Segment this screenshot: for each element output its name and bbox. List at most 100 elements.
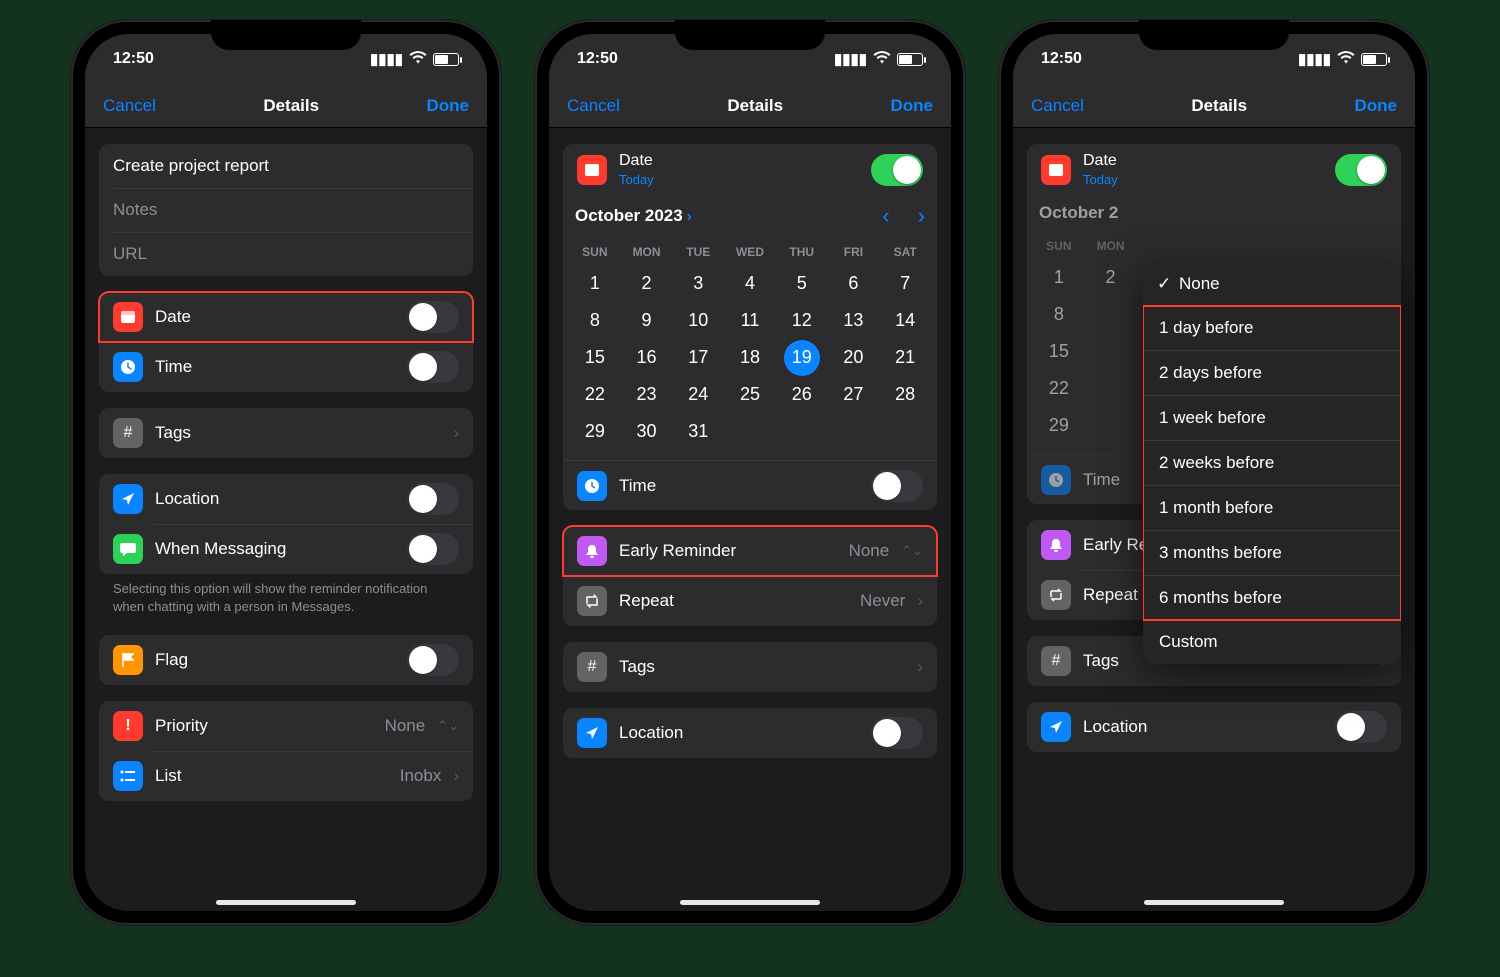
cancel-button[interactable]: Cancel — [103, 96, 156, 116]
tags-label: Tags — [155, 423, 441, 443]
calendar-day[interactable]: 18 — [724, 339, 776, 376]
menu-item[interactable]: 1 day before — [1143, 306, 1401, 350]
status-right: ▮▮▮▮ 57 — [1298, 50, 1387, 68]
calendar-day[interactable]: 26 — [776, 376, 828, 413]
home-indicator[interactable] — [216, 900, 356, 905]
calendar-day[interactable]: 9 — [621, 302, 673, 339]
calendar-day[interactable]: 5 — [776, 265, 828, 302]
flag-label: Flag — [155, 650, 395, 670]
location-row[interactable]: Location — [99, 474, 473, 524]
calendar-day[interactable]: 28 — [879, 376, 931, 413]
calendar-day[interactable]: 8 — [1033, 296, 1085, 333]
date-label: Date — [1083, 152, 1323, 170]
prev-month-button[interactable]: ‹ — [882, 203, 889, 229]
nav-title: Details — [727, 96, 783, 116]
done-button[interactable]: Done — [1354, 96, 1397, 116]
location-row[interactable]: Location — [1027, 702, 1401, 752]
calendar-day[interactable]: 17 — [672, 339, 724, 376]
calendar-day[interactable]: 14 — [879, 302, 931, 339]
flag-group: Flag — [99, 635, 473, 685]
menu-item[interactable]: 6 months before — [1143, 575, 1401, 620]
month-year-button[interactable]: October 2023 › — [575, 206, 692, 226]
location-toggle[interactable] — [871, 717, 923, 749]
cancel-button[interactable]: Cancel — [1031, 96, 1084, 116]
calendar-day[interactable]: 8 — [569, 302, 621, 339]
done-button[interactable]: Done — [890, 96, 933, 116]
calendar-day[interactable]: 29 — [1033, 407, 1085, 444]
calendar-day[interactable]: 13 — [828, 302, 880, 339]
calendar-day[interactable]: 1 — [1033, 259, 1085, 296]
calendar-day[interactable]: 4 — [724, 265, 776, 302]
menu-item[interactable]: Custom — [1143, 620, 1401, 664]
early-reminder-row[interactable]: Early Reminder None ⌃⌄ — [563, 526, 937, 576]
calendar-day[interactable]: 23 — [621, 376, 673, 413]
calendar-day[interactable]: 19 — [776, 339, 828, 376]
phone-frame-1: 12:50 ▮▮▮▮ 57 Cancel Details Done Create… — [71, 20, 501, 925]
calendar-day[interactable]: 11 — [724, 302, 776, 339]
menu-item[interactable]: 3 months before — [1143, 530, 1401, 575]
time-row[interactable]: Time — [99, 342, 473, 392]
calendar-day[interactable]: 30 — [621, 413, 673, 450]
url-field[interactable]: URL — [99, 232, 473, 276]
calendar-day[interactable]: 1 — [569, 265, 621, 302]
date-toggle[interactable] — [407, 301, 459, 333]
home-indicator[interactable] — [680, 900, 820, 905]
time-row[interactable]: Time — [563, 460, 937, 510]
calendar-day[interactable]: 22 — [1033, 370, 1085, 407]
calendar-day[interactable]: 3 — [672, 265, 724, 302]
date-row[interactable]: Date Today — [1027, 144, 1401, 195]
calendar-day[interactable]: 2 — [621, 265, 673, 302]
location-row[interactable]: Location — [563, 708, 937, 758]
menu-item[interactable]: None — [1143, 262, 1401, 306]
done-button[interactable]: Done — [426, 96, 469, 116]
messaging-row[interactable]: When Messaging — [99, 524, 473, 574]
date-row[interactable]: Date Today — [563, 144, 937, 195]
date-row[interactable]: Date — [99, 292, 473, 342]
calendar-day[interactable]: 15 — [1033, 333, 1085, 370]
notes-field[interactable]: Notes — [99, 188, 473, 232]
home-indicator[interactable] — [1144, 900, 1284, 905]
chevron-right-icon: › — [453, 766, 459, 786]
calendar-day[interactable]: 22 — [569, 376, 621, 413]
date-calendar-group: Date Today October 2023 › ‹ › — [563, 144, 937, 510]
menu-item[interactable]: 2 days before — [1143, 350, 1401, 395]
location-toggle[interactable] — [1335, 711, 1387, 743]
calendar-day[interactable]: 6 — [828, 265, 880, 302]
calendar-day[interactable]: 15 — [569, 339, 621, 376]
calendar-day[interactable]: 2 — [1085, 259, 1137, 296]
flag-toggle[interactable] — [407, 644, 459, 676]
calendar-day[interactable]: 25 — [724, 376, 776, 413]
calendar-day[interactable]: 29 — [569, 413, 621, 450]
list-row[interactable]: List Inobx › — [99, 751, 473, 801]
date-toggle[interactable] — [871, 154, 923, 186]
menu-item[interactable]: 1 month before — [1143, 485, 1401, 530]
menu-item[interactable]: 2 weeks before — [1143, 440, 1401, 485]
title-field[interactable]: Create project report — [99, 144, 473, 188]
repeat-row[interactable]: Repeat Never › — [563, 576, 937, 626]
calendar-day[interactable]: 20 — [828, 339, 880, 376]
cancel-button[interactable]: Cancel — [567, 96, 620, 116]
calendar-day[interactable]: 21 — [879, 339, 931, 376]
calendar-day[interactable]: 31 — [672, 413, 724, 450]
next-month-button[interactable]: › — [918, 203, 925, 229]
calendar-day[interactable]: 24 — [672, 376, 724, 413]
calendar-day[interactable]: 27 — [828, 376, 880, 413]
tags-row[interactable]: # Tags › — [563, 642, 937, 692]
time-toggle[interactable] — [407, 351, 459, 383]
calendar-day[interactable]: 7 — [879, 265, 931, 302]
calendar-day[interactable]: 10 — [672, 302, 724, 339]
priority-row[interactable]: ! Priority None ⌃⌄ — [99, 701, 473, 751]
date-toggle[interactable] — [1335, 154, 1387, 186]
nav-title: Details — [263, 96, 319, 116]
calendar-day[interactable]: 16 — [621, 339, 673, 376]
tags-row[interactable]: # Tags › — [99, 408, 473, 458]
menu-item[interactable]: 1 week before — [1143, 395, 1401, 440]
time-toggle[interactable] — [871, 470, 923, 502]
time-label: Time — [619, 476, 859, 496]
early-reminder-menu[interactable]: None1 day before2 days before1 week befo… — [1143, 262, 1401, 664]
calendar-day[interactable]: 12 — [776, 302, 828, 339]
location-toggle[interactable] — [407, 483, 459, 515]
flag-row[interactable]: Flag — [99, 635, 473, 685]
dow-label: MON — [1085, 233, 1137, 259]
messaging-toggle[interactable] — [407, 533, 459, 565]
